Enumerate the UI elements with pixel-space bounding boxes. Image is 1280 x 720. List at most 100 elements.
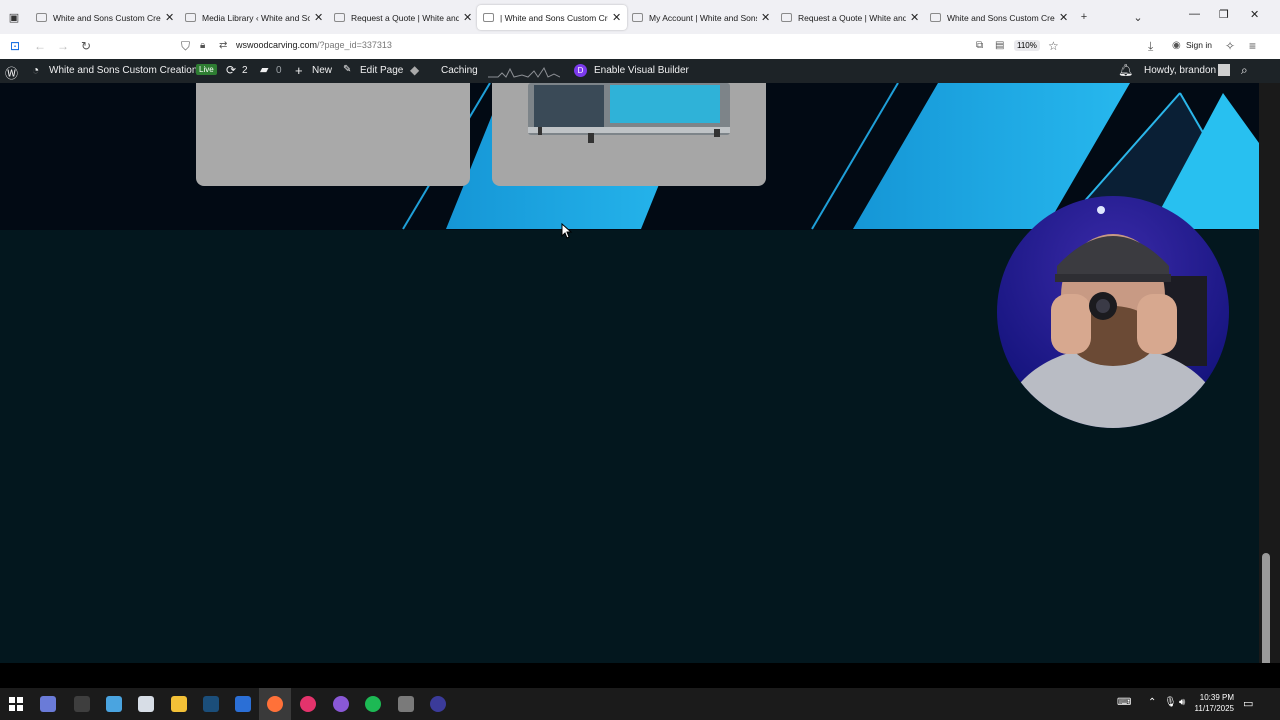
close-tab-icon[interactable]: ✕ [165,11,174,24]
navigation-toolbar: ⊡ ← → ↻ ⛉ 🔒︎ ⇄ wswoodcarving.com/?page_i… [0,34,1280,59]
notifications-icon[interactable]: ▭ [1243,697,1253,710]
lock-icon[interactable]: 🔒︎ [200,40,205,51]
windows-taskbar [0,688,1280,720]
updates-count[interactable]: 2 [242,65,248,76]
clock-time: 10:39 PM [1199,693,1234,702]
enable-visual-builder-link[interactable]: Enable Visual Builder [594,65,689,76]
keyboard-icon[interactable]: ⌨ [1117,697,1131,708]
microphone-icon[interactable]: 🎙︎ [1164,697,1177,708]
volume-icon[interactable]: 🔊︎ [1179,697,1185,708]
page-favicon-icon [781,13,792,22]
caching-menu[interactable]: Caching [441,65,478,76]
tab-label: Request a Quote | White and So [798,12,906,23]
map-pin-app-icon[interactable] [300,696,316,712]
zoom-level[interactable]: 110% [1014,40,1040,51]
site-name-link[interactable]: White and Sons Custom Creations [49,65,202,76]
new-content-link[interactable]: New [312,65,332,76]
browser-tab[interactable]: Request a Quote | White and So ✕ [328,5,478,30]
audio-app-icon[interactable] [430,696,446,712]
notification-bell-icon[interactable]: 🔔︎ [1118,63,1133,77]
app-shortcut-icon[interactable] [74,696,90,712]
page-favicon-icon [632,13,643,22]
dashboard-gauge-icon: ◔ [32,63,40,77]
firefox-icon[interactable] [267,696,283,712]
address-bar[interactable]: wswoodcarving.com/?page_id=337313 [236,40,392,50]
close-tab-icon[interactable]: ✕ [463,11,472,24]
page-favicon-icon [36,13,47,22]
sign-in-link[interactable]: Sign in [1186,40,1212,50]
close-tab-icon[interactable]: ✕ [910,11,919,24]
store-app-icon[interactable] [235,696,251,712]
product-card[interactable] [196,83,470,186]
tab-label: Media Library ‹ White and Sons [202,12,310,23]
close-tab-icon[interactable]: ✕ [314,11,323,24]
plugin-diamond-icon[interactable]: ◆ [410,63,419,77]
edit-page-link[interactable]: Edit Page [360,65,403,76]
list-tabs-chevron-icon[interactable]: ⌄ [1130,9,1146,25]
page-favicon-icon [185,13,196,22]
forward-arrow-icon[interactable]: → [57,39,69,53]
file-explorer-icon[interactable] [171,696,187,712]
calculator-icon[interactable] [398,696,414,712]
account-icon[interactable]: ◉ [1172,40,1181,51]
laser-engraver-image [528,83,730,143]
browser-tab[interactable]: White and Sons Custom Creatio ✕ [30,5,180,30]
wp-admin-bar: Ⓦ ◔ White and Sons Custom Creations Live… [0,59,1280,83]
browser-tab[interactable]: Media Library ‹ White and Sons ✕ [179,5,329,30]
divi-logo-icon: D [574,64,587,77]
text-editor-icon[interactable] [106,696,122,712]
tracking-shield-icon[interactable]: ⛉ [181,39,190,54]
tab-label: White and Sons Custom Creatio [947,12,1055,23]
new-plus-icon[interactable]: + [295,63,303,78]
minimize-icon[interactable]: — [1189,8,1200,20]
url-domain: wswoodcarving.com [236,40,318,50]
screenshot-icon[interactable]: ⧉ [976,40,983,51]
tray-chevron-up-icon[interactable]: ⌃ [1148,697,1156,708]
extensions-icon[interactable]: ✧ [1225,39,1235,53]
reader-view-icon[interactable]: ▤ [995,40,1004,51]
close-window-icon[interactable]: ✕ [1250,8,1259,21]
tab-overview-icon[interactable]: ▣ [6,9,22,25]
downloads-icon[interactable]: ⤓ [1148,39,1153,54]
steam-icon[interactable] [203,696,219,712]
menu-hamburger-icon[interactable]: ≡ [1249,39,1256,53]
browser-tab[interactable]: Request a Quote | White and So ✕ [775,5,925,30]
updates-icon[interactable]: ⟳ [226,63,236,77]
close-tab-icon[interactable]: ✕ [612,11,621,24]
new-tab-plus-icon[interactable]: + [1076,9,1092,25]
browser-tab-active[interactable]: | White and Sons Custom Creati ✕ [477,5,628,30]
browser-tab[interactable]: My Account | White and Sons C ✕ [626,5,776,30]
discord-icon[interactable] [333,696,349,712]
notepad-icon[interactable] [138,696,154,712]
url-path: /?page_id=337313 [317,40,392,50]
mouse-cursor-icon [561,223,573,239]
webcam-person-image [997,196,1229,428]
windows-start-icon[interactable] [9,697,23,711]
page-favicon-icon [334,13,345,22]
comments-bubble-icon[interactable]: ▰ [260,63,268,76]
close-tab-icon[interactable]: ✕ [1059,11,1068,24]
browser-tab[interactable]: White and Sons Custom Creatio ✕ [924,5,1074,30]
scrollbar-thumb[interactable] [1262,553,1270,675]
site-permissions-icon[interactable]: ⇄ [219,40,227,51]
edit-pencil-icon[interactable]: ✎ [343,64,351,75]
page-bottom-strip [0,663,1280,688]
close-tab-icon[interactable]: ✕ [761,11,770,24]
restore-icon[interactable]: ❐ [1219,8,1229,21]
user-avatar[interactable] [1218,64,1230,76]
comments-count[interactable]: 0 [276,65,282,76]
live-status-badge: Live [196,64,217,75]
howdy-user-menu[interactable]: Howdy, brandon [1144,65,1216,76]
bookmark-star-icon[interactable]: ☆ [1048,39,1059,53]
browser-tab-bar: ▣ White and Sons Custom Creatio ✕ Media … [0,0,1280,34]
wordpress-logo-icon[interactable]: Ⓦ [5,63,18,82]
spotify-icon[interactable] [365,696,381,712]
system-clock[interactable]: 10:39 PM 11/17/2025 [1190,692,1234,714]
reload-icon[interactable]: ↻ [81,39,91,53]
tab-label: | White and Sons Custom Creati [500,12,608,23]
sidebar-toggle-icon[interactable]: ⊡ [10,39,20,53]
search-icon[interactable]: ⌕ [1241,63,1248,78]
webcam-overlay [997,196,1229,428]
task-manager-icon[interactable] [40,696,56,712]
back-arrow-icon[interactable]: ← [34,39,46,53]
